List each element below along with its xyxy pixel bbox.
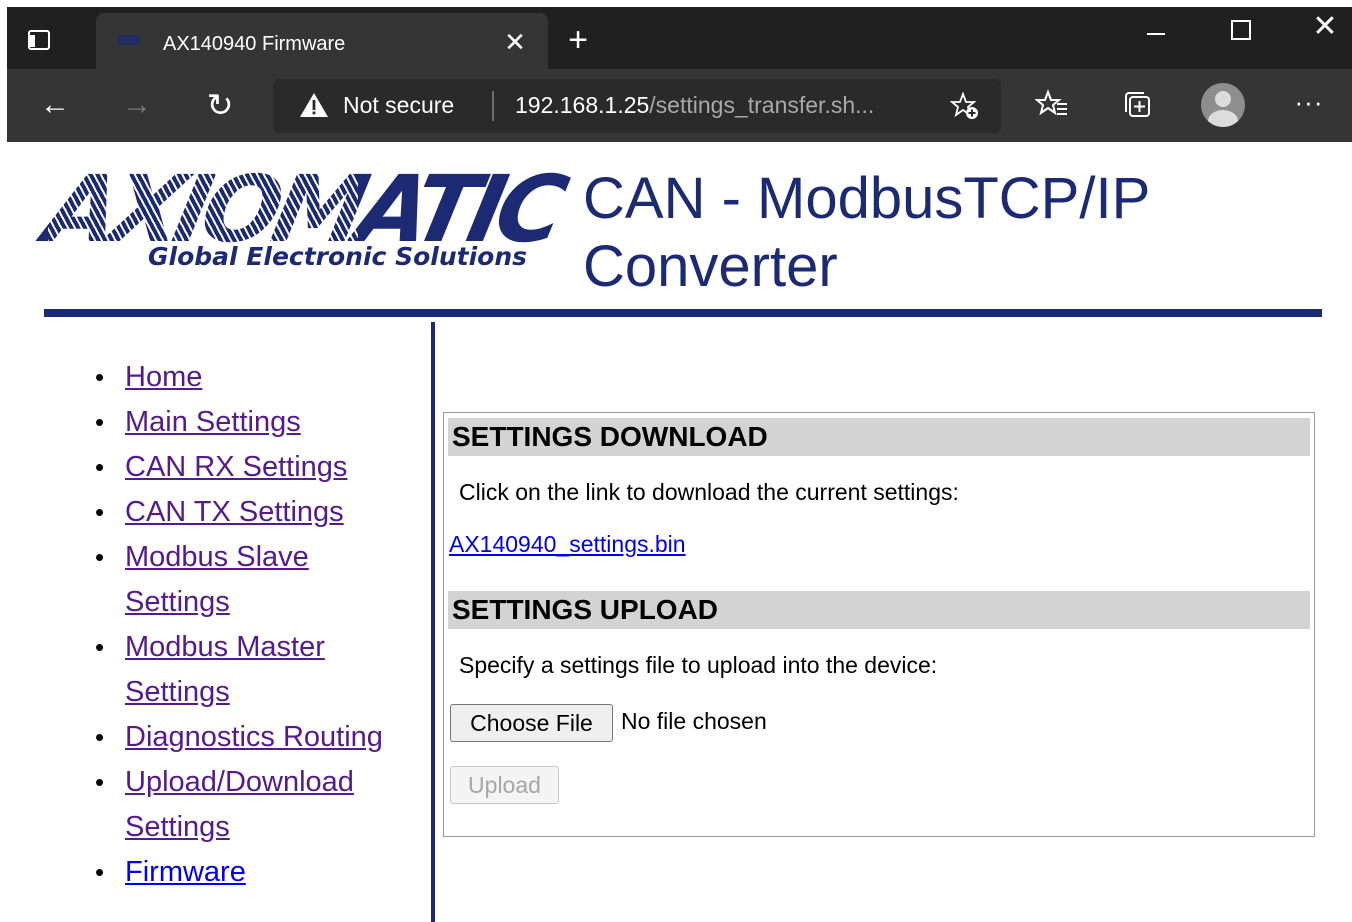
add-favorite-icon[interactable] bbox=[950, 91, 980, 121]
more-options-icon[interactable]: ··· bbox=[1291, 87, 1327, 123]
diagnostics-routing-link[interactable]: Diagnostics Routing bbox=[125, 721, 383, 753]
sidebar-nav: Home Main Settings CAN RX Settings CAN T… bbox=[95, 355, 415, 895]
settings-file-download-link[interactable]: AX140940_settings.bin bbox=[449, 531, 686, 558]
sidebar-item-modbus-slave-settings: Modbus Slave Settings bbox=[95, 535, 415, 625]
upload-button[interactable]: Upload bbox=[450, 766, 559, 804]
warning-icon[interactable] bbox=[299, 91, 329, 119]
collections-icon[interactable] bbox=[1120, 88, 1154, 122]
sidebar-item-modbus-master-settings: Modbus Master Settings bbox=[95, 625, 415, 715]
settings-upload-heading: SETTINGS UPLOAD bbox=[448, 591, 1310, 629]
back-arrow-icon[interactable]: ← bbox=[37, 87, 73, 123]
address-bar[interactable]: Not secure 192.168.1.25/settings_transfe… bbox=[273, 79, 1001, 133]
favorites-icon[interactable] bbox=[1035, 88, 1069, 122]
avatar-head bbox=[1215, 91, 1231, 107]
settings-download-heading: SETTINGS DOWNLOAD bbox=[448, 418, 1310, 456]
browser-toolbar: ← → ↻ Not secure 192.168.1.25/settings_t… bbox=[7, 69, 1352, 142]
tab-actions-icon[interactable] bbox=[25, 27, 55, 57]
home-link[interactable]: Home bbox=[125, 361, 202, 393]
new-tab-icon[interactable]: + bbox=[560, 23, 596, 59]
file-chosen-status: No file chosen bbox=[621, 708, 767, 734]
browser-tab[interactable]: AX140940 Firmware ✕ bbox=[96, 13, 548, 69]
minimize-window-icon[interactable] bbox=[1141, 19, 1171, 49]
tab-title: AX140940 Firmware bbox=[163, 33, 346, 55]
main-settings-link[interactable]: Main Settings bbox=[125, 406, 301, 438]
modbus-master-settings-link[interactable]: Modbus Master Settings bbox=[125, 631, 325, 708]
profile-avatar[interactable] bbox=[1201, 83, 1245, 127]
avatar-body bbox=[1208, 110, 1238, 127]
download-instruction: Click on the link to download the curren… bbox=[459, 479, 959, 505]
forward-arrow-icon[interactable]: → bbox=[119, 87, 155, 123]
modbus-slave-settings-link[interactable]: Modbus Slave Settings bbox=[125, 541, 309, 618]
url-text[interactable]: 192.168.1.25/settings_transfer.sh... bbox=[515, 92, 874, 119]
choose-file-button[interactable]: Choose File bbox=[450, 704, 613, 742]
url-host: 192.168.1.25 bbox=[515, 92, 650, 118]
sidebar-item-main-settings: Main Settings bbox=[95, 400, 415, 445]
can-tx-settings-link[interactable]: CAN TX Settings bbox=[125, 496, 344, 528]
sidebar-item-can-rx-settings: CAN RX Settings bbox=[95, 445, 415, 490]
logo-tagline: Global Electronic Solutions bbox=[148, 242, 527, 271]
sidebar-item-diagnostics-routing: Diagnostics Routing bbox=[95, 715, 415, 760]
sidebar-item-upload-download-settings: Upload/Download Settings bbox=[95, 760, 415, 850]
can-rx-settings-link[interactable]: CAN RX Settings bbox=[125, 451, 347, 483]
security-label[interactable]: Not secure bbox=[343, 92, 454, 119]
sidebar-divider bbox=[431, 322, 435, 922]
upload-download-settings-link[interactable]: Upload/Download Settings bbox=[125, 766, 354, 843]
settings-transfer-panel: SETTINGS DOWNLOAD Click on the link to d… bbox=[443, 412, 1315, 837]
sidebar-item-can-tx-settings: CAN TX Settings bbox=[95, 490, 415, 535]
axiomatic-logo: AXIOMATIC Global Electronic Solutions bbox=[37, 156, 570, 280]
close-window-icon[interactable]: ✕ bbox=[1310, 12, 1340, 42]
address-divider bbox=[492, 91, 494, 121]
page-title: CAN - ModbusTCP/IP Converter bbox=[583, 166, 1150, 299]
upload-instruction: Specify a settings file to upload into t… bbox=[459, 652, 938, 678]
sidebar-item-home: Home bbox=[95, 355, 415, 400]
maximize-window-icon[interactable] bbox=[1226, 15, 1256, 45]
favicon-icon bbox=[118, 35, 140, 45]
browser-titlebar: AX140940 Firmware ✕ + ✕ bbox=[7, 7, 1352, 69]
url-path: /settings_transfer.sh... bbox=[649, 92, 875, 118]
sidebar-item-firmware: Firmware bbox=[95, 850, 415, 895]
header-divider bbox=[44, 309, 1322, 317]
firmware-link[interactable]: Firmware bbox=[125, 856, 246, 888]
refresh-icon[interactable]: ↻ bbox=[202, 87, 238, 123]
close-tab-icon[interactable]: ✕ bbox=[500, 27, 530, 57]
